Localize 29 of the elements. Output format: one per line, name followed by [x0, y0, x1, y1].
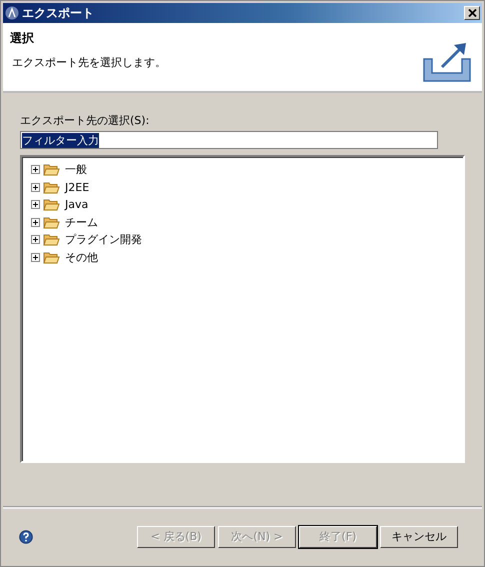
tree-item[interactable]: プラグイン開発	[65, 232, 142, 248]
folder-icon	[43, 198, 60, 212]
page-description: エクスポート先を選択します。	[11, 55, 166, 70]
expander-icon[interactable]	[31, 252, 40, 262]
window-title: エクスポート	[22, 4, 94, 22]
tree-item[interactable]: 一般	[65, 162, 87, 178]
close-icon	[468, 9, 476, 17]
folder-icon	[43, 163, 60, 176]
export-icon	[422, 41, 474, 83]
close-button[interactable]	[464, 6, 480, 20]
dialog-button[interactable]: キャンセル	[380, 526, 458, 548]
help-icon[interactable]	[19, 530, 33, 544]
expander-icon[interactable]	[31, 182, 40, 192]
tree-item[interactable]: Java	[65, 198, 88, 212]
tree-item[interactable]: チーム	[65, 214, 98, 230]
folder-icon	[43, 216, 60, 229]
filter-field[interactable]: フィルター入力	[20, 131, 438, 149]
expander-icon[interactable]	[31, 165, 40, 174]
app-icon	[5, 6, 19, 20]
page-title: 選択	[10, 30, 35, 47]
expander-icon[interactable]	[31, 200, 40, 210]
tree-item[interactable]: その他	[65, 250, 98, 265]
folder-icon	[43, 180, 60, 194]
folder-icon	[43, 250, 60, 264]
expander-icon[interactable]	[31, 235, 40, 244]
filter-label: エクスポート先の選択(S):	[20, 113, 150, 128]
expander-icon[interactable]	[31, 218, 40, 227]
tree-item[interactable]: J2EE	[65, 180, 90, 194]
folder-icon	[43, 233, 60, 246]
